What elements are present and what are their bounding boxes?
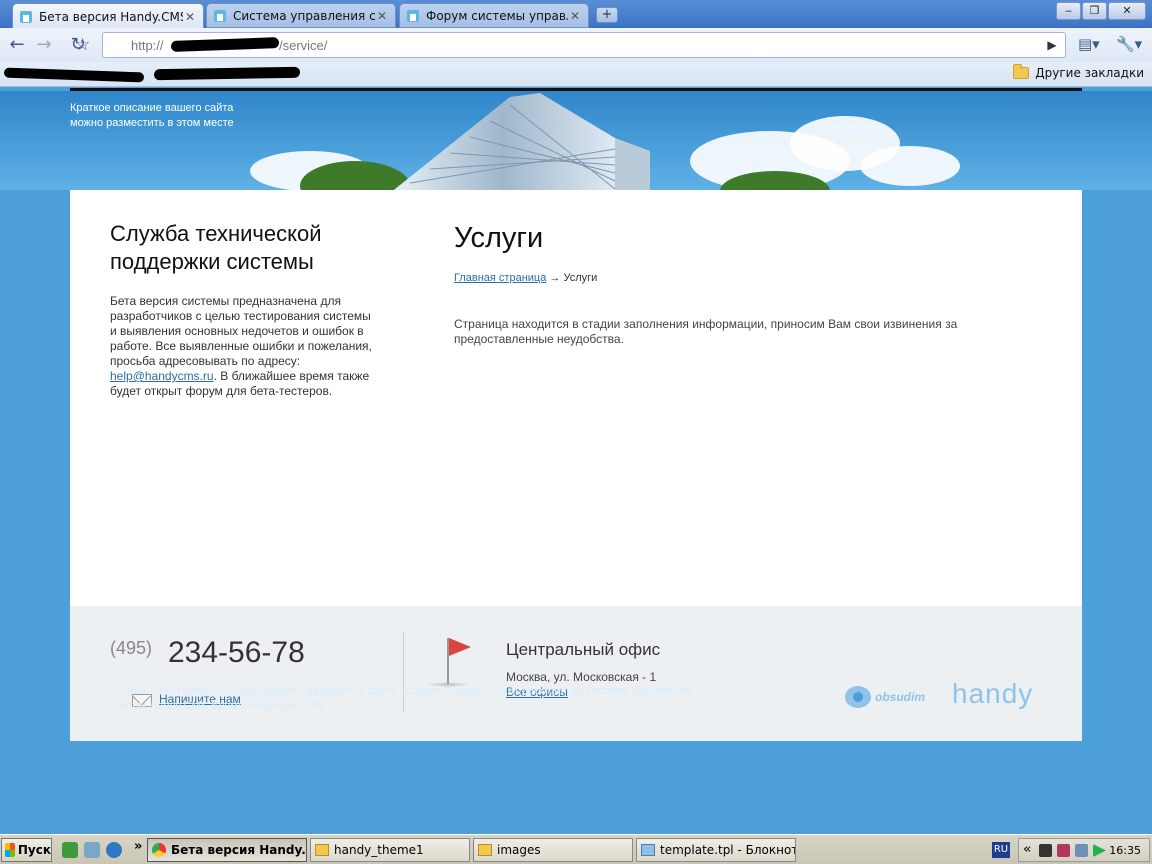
taskbar-item-label: Бета версия Handy.C...	[171, 843, 306, 857]
web-page: Краткое описание вашего сайта можно разм…	[0, 88, 1152, 830]
quicklaunch-icon[interactable]	[84, 842, 100, 858]
maximize-button[interactable]: ❐	[1082, 2, 1107, 20]
url-path: /service/	[279, 38, 328, 53]
tab-cms-system[interactable]: Система управления сайт... ✕	[206, 3, 396, 28]
folder-icon	[478, 844, 492, 856]
tray-app-icon[interactable]	[1057, 844, 1070, 857]
taskbar-item-label: template.tpl - Блокнот	[660, 843, 796, 857]
sidebar-text: Бета версия системы предназначена для ра…	[110, 294, 375, 399]
tab-close-icon[interactable]: ✕	[375, 9, 389, 23]
start-button[interactable]: Пуск	[1, 838, 52, 862]
site-header-banner: Краткое описание вашего сайта можно разм…	[0, 91, 1152, 190]
site-favicon-icon	[19, 10, 33, 24]
other-bookmarks-button[interactable]: Другие закладки	[1013, 64, 1144, 80]
site-description-line: Краткое описание вашего сайта	[70, 102, 234, 114]
new-tab-button[interactable]: +	[596, 7, 618, 23]
tab-title: Система управления сайт...	[233, 8, 375, 23]
quicklaunch-more-icon[interactable]: »	[134, 839, 142, 854]
flag-icon	[425, 636, 475, 688]
sidebar-text-part: Бета версия системы предназначена для ра…	[110, 294, 372, 368]
tab-forum[interactable]: Форум системы управлен... ✕	[399, 3, 589, 28]
bookmarks-bar: Другие закладки	[0, 62, 1152, 87]
obsudim-logo-text: obsudim	[875, 690, 925, 704]
taskbar-item-folder[interactable]: images	[473, 838, 633, 862]
contact-panel: (495) 234-56-78 Напишите нам Центральный…	[70, 606, 1082, 741]
tab-handy-beta[interactable]: Бета версия Handy.CMS 3... ✕	[12, 3, 204, 29]
tray-play-icon[interactable]	[1093, 844, 1106, 857]
browser-toolbar: ← → ↻ ☆ http:// /service/ ▶ ▤▾ 🔧▾	[0, 28, 1152, 62]
copyright-line: сайтом Handy.CMS Время генерации 0.88	[110, 700, 325, 712]
windows-taskbar: Пуск » Бета версия Handy.C... handy_them…	[0, 834, 1152, 864]
tray-app-icon[interactable]	[1039, 844, 1052, 857]
obsudim-gear-icon	[845, 686, 871, 708]
tab-title: Бета версия Handy.CMS 3...	[39, 9, 183, 24]
tray-app-icon[interactable]	[1075, 844, 1088, 857]
tab-title: Форум системы управлен...	[426, 8, 568, 23]
office-building-illustration	[393, 93, 650, 190]
taskbar-item-folder[interactable]: handy_theme1	[310, 838, 470, 862]
tab-close-icon[interactable]: ✕	[183, 10, 197, 24]
wrench-menu-icon[interactable]: 🔧▾	[1116, 35, 1142, 53]
notepad-icon	[641, 844, 655, 856]
page-title: Услуги	[454, 222, 544, 254]
folder-icon	[1013, 64, 1030, 79]
language-indicator[interactable]: RU	[992, 842, 1010, 858]
forward-arrow-icon[interactable]: →	[32, 33, 56, 57]
tab-close-icon[interactable]: ✕	[568, 9, 582, 23]
windows-logo-icon	[5, 843, 15, 857]
copyright-text: © 2006-2009 Handy.CMS Web-дизайн, разраб…	[110, 684, 710, 714]
address-bar[interactable]: ☆ http:// /service/ ▶	[75, 32, 1066, 58]
utorrent-icon[interactable]	[62, 842, 78, 858]
go-arrow-icon[interactable]: ▶	[1041, 34, 1063, 56]
obsudim-logo[interactable]: obsudim	[845, 686, 925, 708]
support-email-link[interactable]: help@handycms.ru	[110, 369, 214, 383]
copyright-line: © 2006-2009 Handy.CMS Web-дизайн, разраб…	[110, 685, 692, 697]
system-tray: « 16:35	[1018, 838, 1150, 862]
taskbar-item-label: images	[497, 843, 541, 857]
bookmark-star-icon[interactable]: ☆	[75, 35, 90, 55]
taskbar-item-label: handy_theme1	[334, 843, 424, 857]
chrome-icon	[152, 843, 166, 857]
site-description: Краткое описание вашего сайта можно разм…	[70, 101, 234, 131]
page-menu-icon[interactable]: ▤▾	[1078, 35, 1100, 53]
url-prefix: http://	[131, 38, 164, 53]
site-favicon-icon	[406, 9, 420, 23]
phone-code: (495)	[110, 638, 153, 658]
start-label: Пуск	[17, 843, 51, 857]
clock: 16:35	[1109, 844, 1141, 857]
folder-icon	[315, 844, 329, 856]
taskbar-item-browser[interactable]: Бета версия Handy.C...	[147, 838, 307, 862]
minimize-button[interactable]: ‒	[1056, 2, 1081, 20]
office-title: Центральный офис	[506, 640, 661, 659]
breadcrumb-separator: →	[546, 272, 564, 284]
phone-number: 234-56-78	[168, 636, 305, 669]
tray-expand-icon[interactable]: «	[1023, 842, 1031, 857]
handy-logo[interactable]: handy	[952, 678, 1033, 710]
office-address: Москва, ул. Московская - 1	[506, 670, 657, 684]
back-arrow-icon[interactable]: ←	[5, 33, 29, 57]
redacted-domain	[170, 37, 280, 52]
site-description-line: можно разместить в этом месте	[70, 117, 234, 129]
main-text: Страница находится в стадии заполнения и…	[454, 317, 958, 346]
redacted-bookmark[interactable]	[3, 67, 145, 83]
breadcrumb: Главная страница → Услуги	[454, 272, 597, 284]
browser-tabstrip: Бета версия Handy.CMS 3... ✕ Система упр…	[0, 0, 1152, 29]
internet-explorer-icon[interactable]	[106, 842, 122, 858]
taskbar-item-notepad[interactable]: template.tpl - Блокнот	[636, 838, 796, 862]
breadcrumb-current: Услуги	[563, 272, 598, 284]
redacted-bookmark[interactable]	[153, 66, 301, 81]
other-bookmarks-label: Другие закладки	[1035, 66, 1144, 80]
site-favicon-icon	[213, 9, 227, 23]
breadcrumb-home-link[interactable]: Главная страница	[454, 272, 546, 284]
content-panel: Служба технической поддержки системы Бет…	[70, 190, 1082, 606]
close-window-button[interactable]: ✕	[1108, 2, 1146, 20]
sidebar-title: Служба технической поддержки системы	[110, 221, 322, 274]
